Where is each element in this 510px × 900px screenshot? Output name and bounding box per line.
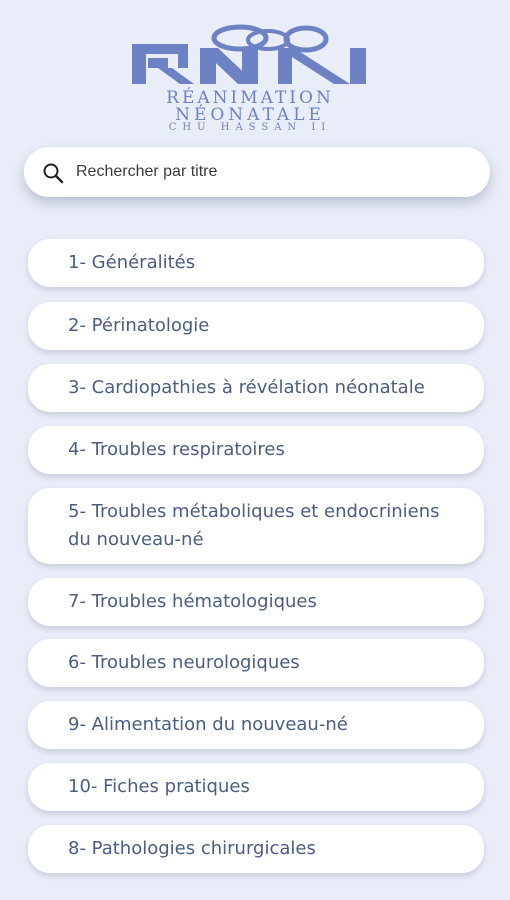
chapter-card-9[interactable]: 9- Alimentation du nouveau-né xyxy=(28,701,484,749)
chapter-card-8[interactable]: 8- Pathologies chirurgicales xyxy=(28,825,484,873)
search-icon[interactable] xyxy=(42,162,64,184)
search-bar[interactable] xyxy=(24,147,490,197)
app-logo: RÉANIMATION NÉONATALE CHU HASSAN II xyxy=(128,22,372,130)
logo-text-chu: CHU HASSAN II xyxy=(168,122,332,130)
chapter-card-10[interactable]: 10- Fiches pratiques xyxy=(28,763,484,811)
rnn-logo-mark xyxy=(132,24,366,84)
chapter-card-1[interactable]: 1- Généralités xyxy=(28,239,484,287)
chapter-card-7[interactable]: 7- Troubles hématologiques xyxy=(28,578,484,626)
chapter-card-2[interactable]: 2- Périnatologie xyxy=(28,302,484,350)
chapter-card-5[interactable]: 5- Troubles métaboliques et endocriniens… xyxy=(28,488,484,564)
chapter-card-3[interactable]: 3- Cardiopathies à révélation néonatale xyxy=(28,364,484,412)
chapter-card-4[interactable]: 4- Troubles respiratoires xyxy=(28,426,484,474)
search-input[interactable] xyxy=(76,157,456,187)
chapter-card-6[interactable]: 6- Troubles neurologiques xyxy=(28,639,484,687)
